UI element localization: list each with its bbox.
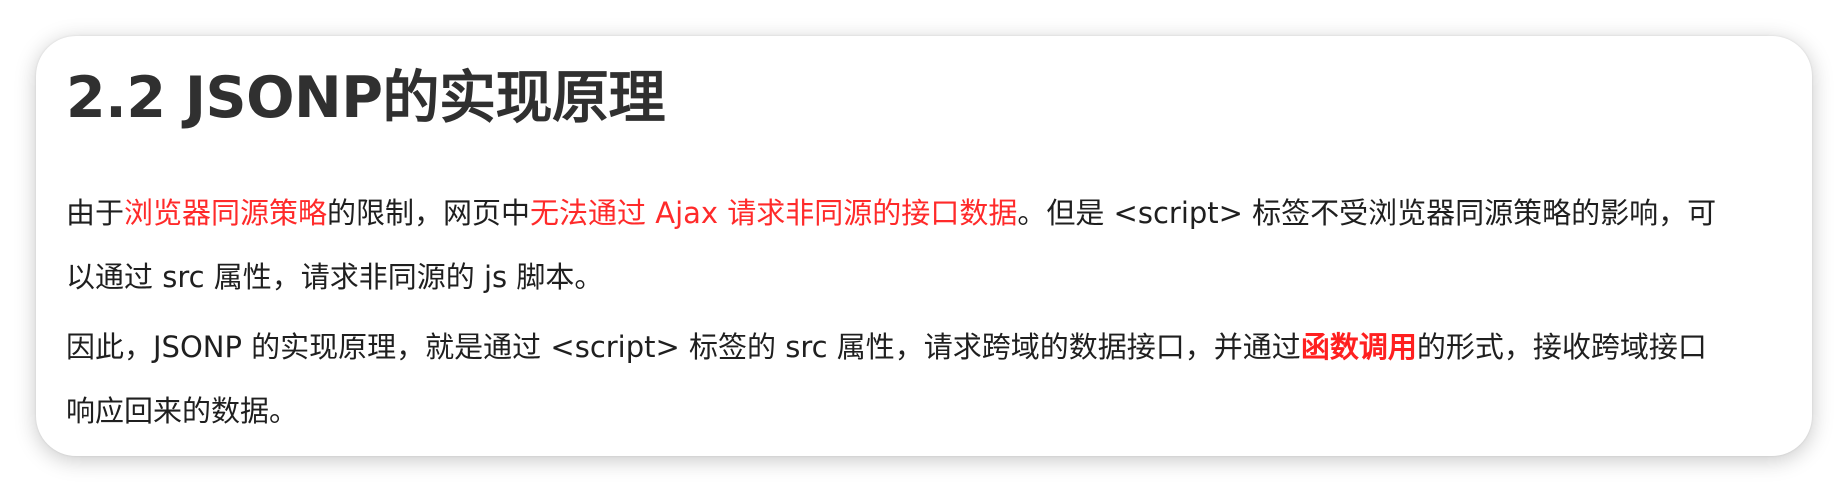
text-segment: 由于: [66, 196, 125, 230]
text-segment: 因此，JSONP 的实现原理，就是通过 <script> 标签的 src 属性，…: [66, 330, 1301, 364]
highlight-same-origin-policy: 浏览器同源策略: [124, 196, 328, 230]
section-title: 2.2 JSONP的实现原理: [66, 65, 666, 131]
highlight-ajax-limit: 无法通过 Ajax 请求非同源的接口数据: [530, 196, 1018, 230]
content-card: 2.2 JSONP的实现原理 由于浏览器同源策略的限制，网页中无法通过 Ajax…: [36, 36, 1812, 456]
paragraph-same-origin: 由于浏览器同源策略的限制，网页中无法通过 Ajax 请求非同源的接口数据。但是 …: [66, 181, 1726, 309]
highlight-function-call: 函数调用: [1300, 330, 1417, 364]
paragraph-jsonp-principle: 因此，JSONP 的实现原理，就是通过 <script> 标签的 src 属性，…: [66, 315, 1726, 443]
text-segment: 的限制，网页中: [327, 196, 531, 230]
